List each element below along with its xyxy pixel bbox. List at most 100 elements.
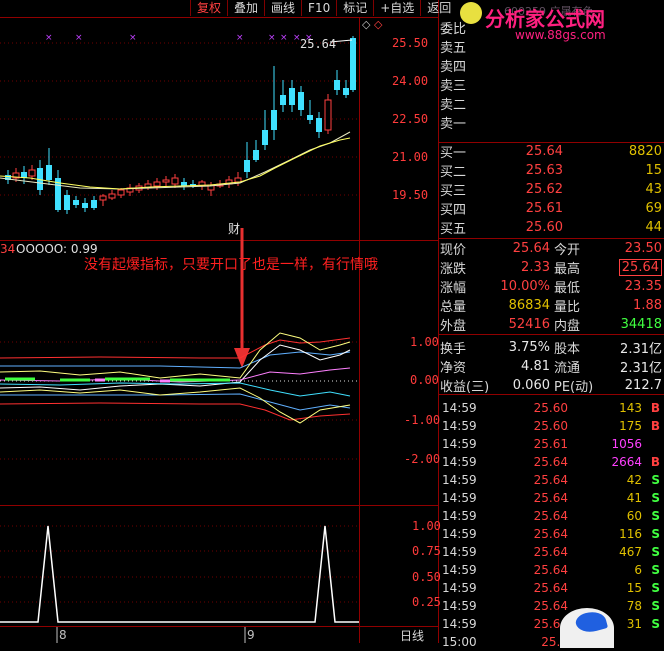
order-ratio-row: 委比: [440, 18, 664, 37]
ask-row[interactable]: 卖三: [440, 75, 664, 94]
tick-side: S: [651, 617, 660, 631]
candle-body: [153, 181, 161, 187]
bid-row[interactable]: 买三 25.62 43: [440, 180, 664, 199]
tick-side: S: [651, 545, 660, 559]
svg-text:×: ×: [45, 33, 53, 43]
indicator-bars: [5, 377, 230, 382]
candle-body: [171, 177, 179, 185]
bid-row[interactable]: 买四 25.61 69: [440, 199, 664, 218]
candle-body: [162, 179, 170, 183]
mark-button[interactable]: 标记: [336, 0, 373, 16]
tick-side: S: [651, 599, 660, 613]
candle-body: [253, 150, 259, 160]
stat-row: 涨跌 2.33 最高 25.64: [440, 258, 664, 277]
candle-body: [64, 195, 70, 210]
tick-price: 25.64: [533, 509, 568, 523]
bid-price: 25.64: [525, 144, 563, 159]
tick-time: 14:59: [442, 491, 477, 505]
tick-volume: 60: [626, 509, 642, 523]
stat-value: 0.060: [512, 378, 550, 393]
tick-time: 14:59: [442, 455, 477, 469]
stat-label: 最高: [554, 262, 581, 277]
tick-side: B: [650, 401, 660, 415]
candle-body: [99, 195, 107, 201]
candle-body: [46, 165, 52, 180]
indicator-prefix: 34: [0, 242, 16, 256]
tick-volume: 1056: [611, 437, 642, 451]
stat-label: PE(动): [554, 380, 594, 395]
stat-value: 34418: [620, 317, 662, 332]
tick-row: 14:59 25.60 143 B: [440, 399, 664, 417]
svg-text:×: ×: [236, 33, 244, 43]
stat-label: 流通: [554, 361, 581, 376]
ask-row[interactable]: 卖五: [440, 37, 664, 56]
svg-text:×: ×: [268, 33, 276, 43]
y-label: 21.00: [392, 150, 429, 164]
tick-time: 14:59: [442, 401, 477, 415]
candle-body: [316, 118, 322, 132]
stat-value: 2.31亿: [620, 361, 662, 376]
tick-volume: 175: [619, 419, 642, 433]
tick-row: 14:59 25.64 78 S: [440, 597, 664, 615]
draw-line-button[interactable]: 画线: [264, 0, 301, 16]
period-button[interactable]: 日线: [400, 627, 424, 644]
restore-rights-button[interactable]: 复权: [190, 0, 227, 16]
stat-row: 涨幅 10.00% 最低 23.35: [440, 277, 664, 296]
diamond-icon[interactable]: ◇: [362, 18, 370, 31]
stat-value: 25.64: [512, 241, 550, 256]
stats-block: 现价 25.64 今开 23.50 涨跌 2.33 最高 25.64 涨幅 10.00% 最低 23.…: [440, 239, 664, 395]
diamond-red-icon[interactable]: ◇: [374, 18, 382, 31]
stat-value: 4.81: [521, 359, 550, 374]
quote-panel: 委比 卖五 卖四 卖三 卖二 卖一 买一 25.64 8820 买二 25.63 15 …: [440, 18, 664, 651]
lower-y-label: 1.00: [412, 519, 441, 533]
tick-side: S: [651, 527, 660, 541]
finance-tag[interactable]: 财: [228, 220, 240, 237]
tick-volume: 143: [619, 401, 642, 415]
indicator-curves: [0, 332, 351, 424]
tick-list[interactable]: 14:59 25.60 143 B 14:59 25.60 175 B 14:59 25.61 10…: [440, 399, 664, 651]
tick-row: 14:59 25.64 116 S: [440, 525, 664, 543]
tick-row: 14:59 25.64 31 S: [440, 615, 664, 633]
tick-time: 14:59: [442, 617, 477, 631]
ask-label: 卖一: [440, 117, 467, 132]
f10-button[interactable]: F10: [301, 0, 336, 16]
ind-y-label: -1.00: [404, 413, 441, 427]
tick-price: 25.60: [533, 401, 568, 415]
add-watchlist-button[interactable]: +自选: [373, 0, 420, 16]
ask-label: 卖三: [440, 79, 467, 94]
stat-label: 最低: [554, 281, 581, 296]
tick-row: 14:59 25.64 2664 B: [440, 453, 664, 471]
lower-y-label: 0.50: [412, 570, 441, 584]
bid-row[interactable]: 买五 25.60 44: [440, 218, 664, 237]
toolbar: 复权 叠加 画线 F10 标记 +自选 返回: [190, 0, 457, 16]
stat-row: 换手 3.75% 股本 2.31亿: [440, 338, 664, 357]
signal-markers: × × × × × × × ×: [45, 33, 313, 43]
ask-row[interactable]: 卖四: [440, 56, 664, 75]
bid-row[interactable]: 买二 25.63 15: [440, 161, 664, 180]
stat-value: 10.00%: [500, 279, 550, 294]
stat-label: 外盘: [440, 319, 467, 334]
lower-y-label: 0.25: [412, 595, 441, 609]
bid-row[interactable]: 买一 25.64 8820: [440, 142, 664, 161]
bid-volume: 8820: [628, 144, 662, 159]
ask-label: 卖二: [440, 98, 467, 113]
stat-label: 收益(三): [440, 380, 490, 395]
svg-text:×: ×: [75, 33, 83, 43]
tick-volume: 42: [626, 473, 642, 487]
bid-label: 买一: [440, 146, 467, 161]
tick-volume: 31: [626, 617, 642, 631]
bid-price: 25.61: [525, 201, 563, 216]
stat-row: 现价 25.64 今开 23.50: [440, 239, 664, 258]
stat-label: 涨跌: [440, 262, 467, 277]
back-button[interactable]: 返回: [420, 0, 457, 16]
ask-row[interactable]: 卖二: [440, 94, 664, 113]
stat-label: 换手: [440, 342, 467, 357]
tick-row: 14:59 25.64 6 S: [440, 561, 664, 579]
candle-body: [82, 203, 88, 208]
y-label: 24.00: [392, 74, 429, 88]
stat-value: 2.31亿: [620, 342, 662, 357]
tick-time: 14:59: [442, 509, 477, 523]
tick-time: 14:59: [442, 437, 477, 451]
overlay-button[interactable]: 叠加: [227, 0, 264, 16]
ask-row[interactable]: 卖一: [440, 113, 664, 132]
